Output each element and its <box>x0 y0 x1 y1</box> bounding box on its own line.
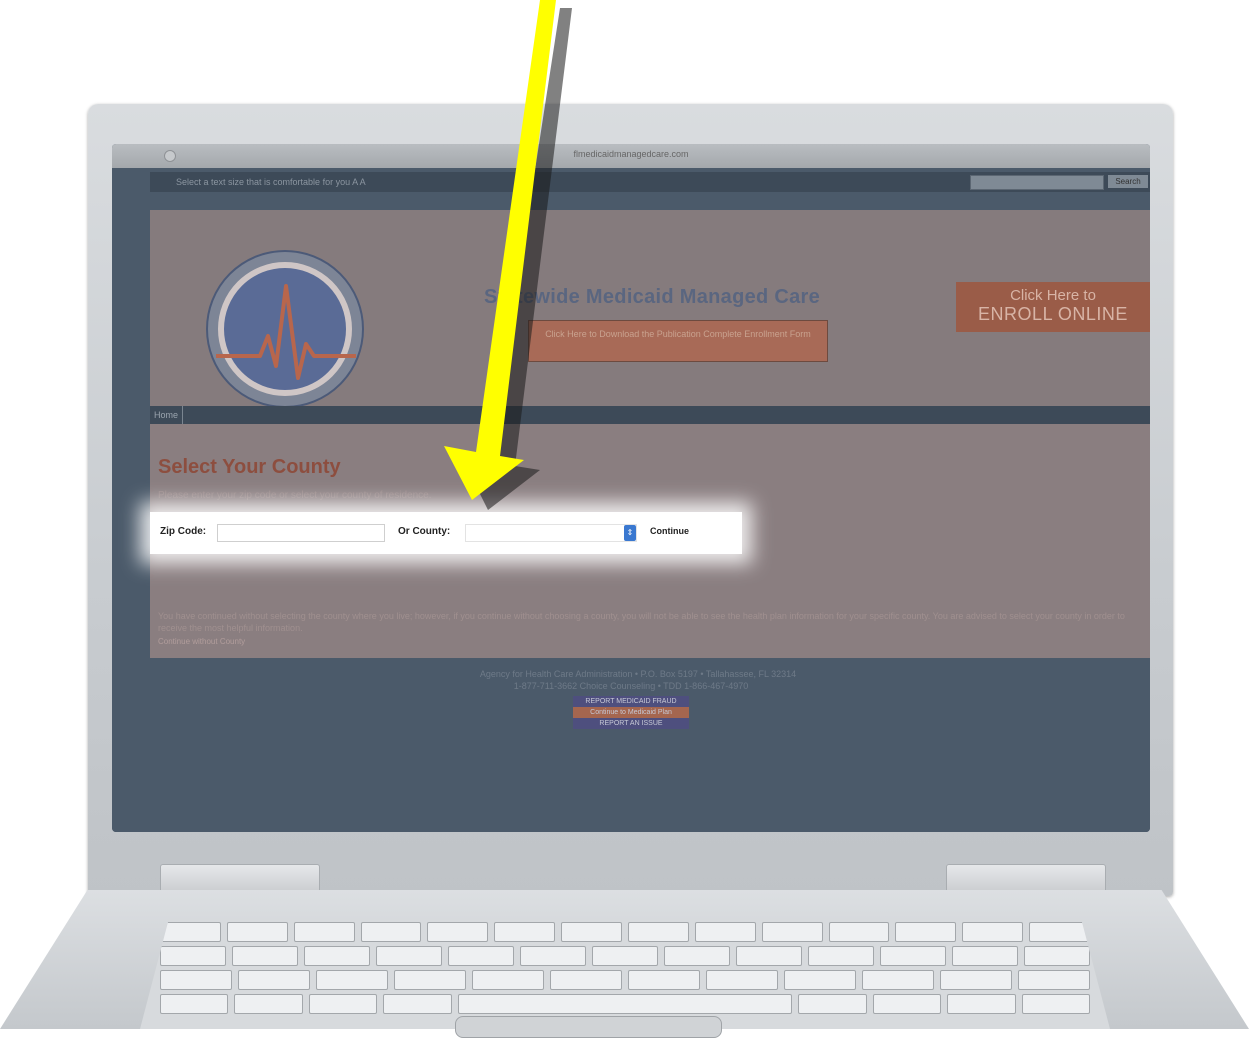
nav-bar: Home <box>150 406 1150 424</box>
zip-code-input[interactable] <box>217 524 385 542</box>
footer-address: Agency for Health Care Administration • … <box>479 669 797 679</box>
continue-without-county-link[interactable]: Continue without County <box>158 636 1144 648</box>
select-arrow-icon: ⇕ <box>624 525 636 541</box>
heartbeat-logo-icon <box>206 250 364 408</box>
laptop-screen: flmedicaidmanagedcare.com Select a text … <box>112 144 1150 832</box>
site-title: Statewide Medicaid Managed Care <box>484 286 821 308</box>
browser-titlebar: flmedicaidmanagedcare.com <box>112 144 1150 169</box>
laptop-keyboard <box>140 918 1110 1029</box>
web-page: Select a text size that is comfortable f… <box>112 168 1150 832</box>
report-fraud-button[interactable]: REPORT MEDICAID FRAUD <box>573 696 689 707</box>
enroll-online-button[interactable]: Click Here to ENROLL ONLINE <box>956 282 1150 332</box>
site-header: Statewide Medicaid Managed Care Click He… <box>150 210 1150 408</box>
continue-button[interactable]: Continue <box>650 526 689 536</box>
site-footer: Agency for Health Care Administration • … <box>112 668 1150 729</box>
county-notice: You have continued without selecting the… <box>158 610 1144 648</box>
medicaid-plan-button[interactable]: Continue to Medicaid Plan <box>573 707 689 718</box>
zip-code-label: Zip Code: <box>160 526 207 537</box>
county-label: Or County: <box>398 526 451 537</box>
browser-url: flmedicaidmanagedcare.com <box>573 149 689 159</box>
laptop-trackpad <box>455 1016 722 1038</box>
nav-item-home[interactable]: Home <box>150 406 184 424</box>
county-instruction: Please enter your zip code or select you… <box>158 490 432 501</box>
download-publication-button[interactable]: Click Here to Download the Publication C… <box>528 320 828 362</box>
footer-contact: 1-877-711-3662 Choice Counseling • TDD 1… <box>513 681 749 691</box>
search-input[interactable] <box>970 175 1104 190</box>
enroll-big-label: ENROLL ONLINE <box>978 304 1128 324</box>
report-issue-button[interactable]: REPORT AN ISSUE <box>573 718 689 729</box>
enroll-small-label: Click Here to <box>1010 287 1096 304</box>
search-button[interactable]: Search <box>1108 175 1148 188</box>
main-content: Statewide Medicaid Managed Care Click He… <box>150 210 1150 658</box>
county-form: Zip Code: Or County: ⇕ Continue <box>150 512 742 554</box>
notice-text: You have continued without selecting the… <box>158 611 1125 633</box>
text-size-selector[interactable]: Select a text size that is comfortable f… <box>176 177 366 187</box>
county-select[interactable]: ⇕ <box>465 524 637 542</box>
page-title: Select Your County <box>158 456 341 478</box>
top-utility-bar: Select a text size that is comfortable f… <box>150 172 1150 192</box>
